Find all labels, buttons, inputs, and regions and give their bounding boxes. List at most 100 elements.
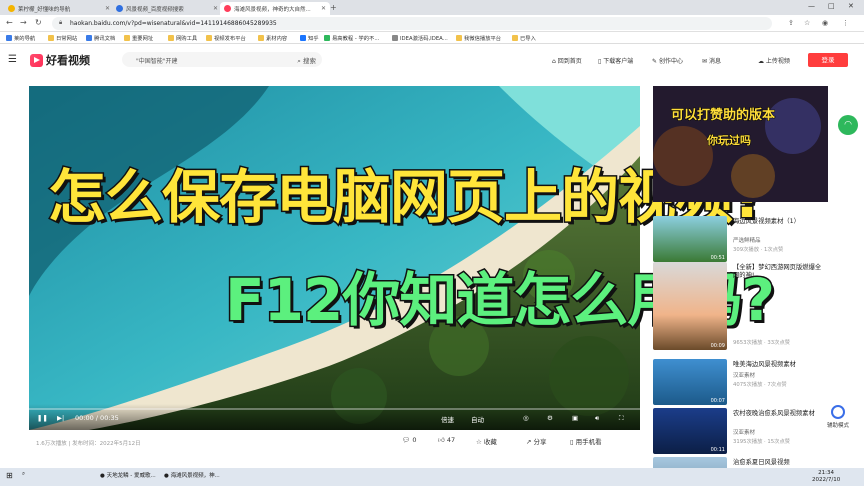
login-button[interactable]: 登录 — [808, 53, 848, 67]
volume-icon[interactable]: 🔊︎ — [595, 414, 599, 423]
profile-icon[interactable]: ◉ — [822, 19, 828, 27]
bookmark-item[interactable]: 已导入 — [512, 34, 536, 42]
pause-icon[interactable]: ❚❚ — [37, 414, 48, 422]
tab-title: 风景视频_百度视频搜索 — [126, 6, 184, 13]
logo-play-icon — [30, 53, 43, 67]
pip-icon[interactable]: ▣ — [572, 414, 578, 422]
logo-text: 好看视频 — [46, 54, 90, 67]
video-stats: 1.6万次播放 | 发布时间：2022年5月12日 — [36, 441, 141, 447]
video-progress-bar[interactable] — [29, 408, 640, 410]
wifi-icon[interactable]: ◠ — [838, 115, 858, 135]
list-item[interactable]: 00:11 农村夜晚治愈系风景视频素材 汉亚素材 3195次播放 · 15次点赞 — [653, 408, 828, 454]
item-author: 汉亚素材 — [733, 430, 756, 436]
close-icon[interactable]: ✕ — [321, 5, 326, 12]
site-logo[interactable]: 好看视频 — [30, 52, 90, 68]
close-icon[interactable]: ✕ — [213, 5, 218, 12]
item-stats: 3195次播放 · 15次点赞 — [733, 439, 791, 445]
phone-watch-button[interactable]: ▯ 用手机看 — [570, 436, 602, 446]
bookmark-item[interactable]: 素材内容 — [258, 34, 287, 42]
list-item[interactable]: 治愈系夏日风景视频 — [653, 457, 828, 468]
tab-favicon-icon — [116, 5, 123, 12]
item-stats: 4075次播放 · 7次点赞 — [733, 382, 787, 388]
bookmark-item[interactable]: 视频发布平台 — [206, 34, 246, 42]
ad-text-2: 你玩过吗 — [707, 134, 752, 148]
list-item[interactable]: 00:07 唯美海边风景视频素材 汉亚素材 4075次播放 · 7次点赞 — [653, 359, 828, 405]
messages-link[interactable]: ✉ 消息 — [702, 56, 721, 65]
maximize-icon[interactable]: □ — [828, 2, 835, 10]
assist-mode-button[interactable]: 辅助模式 — [825, 405, 851, 429]
taskbar-app[interactable]: ● 天地龙鳞 - 爱威歌... — [100, 471, 156, 479]
windows-start-icon[interactable]: ⊞ — [6, 471, 13, 480]
bookmark-item[interactable]: 我微信播放平台 — [456, 34, 501, 42]
close-icon[interactable]: ✕ — [105, 5, 110, 12]
window-close-icon[interactable]: ✕ — [848, 2, 854, 10]
share-button[interactable]: ↗ 分享 — [526, 436, 547, 446]
taskbar-app-active[interactable]: ● 海滩风景视频，神... — [164, 471, 220, 479]
thumbnail: 00:09 — [653, 262, 727, 350]
sidebar-ad[interactable]: 可以打赞助的版本 你玩过吗 — [653, 86, 828, 202]
hamburger-menu-icon[interactable]: ☰ — [8, 54, 17, 65]
upload-video-link[interactable]: ☁ 上传视频 — [758, 56, 790, 65]
download-client-link[interactable]: ▯ 下载客户端 — [598, 56, 633, 65]
back-icon[interactable]: ← — [6, 18, 13, 27]
next-icon[interactable]: ▶| — [57, 414, 64, 422]
thumbnail — [653, 457, 727, 468]
screenshot-icon[interactable]: ◎ — [523, 414, 529, 422]
browser-tab-strip: 莱柠檬_好懂味的导航 ✕ 风景视频_百度视频搜索 ✕ 海滩风景视频，神奇的大自然… — [0, 0, 864, 15]
bookmark-item[interactable]: 重要网址 — [124, 34, 153, 42]
collect-button[interactable]: ☆ 收藏 — [476, 436, 497, 446]
settings-icon[interactable]: ⚙ — [547, 414, 553, 422]
lock-icon: 🔒︎ — [59, 19, 63, 26]
star-icon[interactable]: ☆ — [804, 19, 810, 27]
list-item[interactable]: 00:51 海边风景视频素材（1） 严选鲜精品 309次播放 · 1次点赞 — [653, 216, 828, 262]
item-author: 严选鲜精品 — [733, 238, 761, 244]
search-icon[interactable]: ⌕ — [22, 471, 25, 478]
windows-taskbar: ⊞ ⌕ ● 天地龙鳞 - 爱威歌... ● 海滩风景视频，神... 21:34 … — [0, 468, 864, 486]
home-link[interactable]: ⌂ 回到首页 — [552, 56, 582, 65]
comment-button[interactable]: 💬︎ 0 — [402, 436, 416, 444]
tab-title: 莱柠檬_好懂味的导航 — [18, 6, 71, 13]
bookmarks-bar: 莱的导航 日常网站 腾讯文档 重要网址 网购工具 视频发布平台 素材内容 知乎 … — [0, 32, 864, 44]
thumbnail: 00:11 — [653, 408, 727, 454]
bookmark-item[interactable]: 日常网站 — [48, 34, 77, 42]
creator-center-link[interactable]: ✎ 创作中心 — [652, 56, 683, 65]
item-stats: 309次播放 · 1次点赞 — [733, 247, 784, 253]
search-button[interactable]: ⌕ 搜索 — [297, 55, 316, 66]
bookmark-item[interactable]: 知乎 — [300, 34, 319, 42]
search-input[interactable]: "中国智能"开建 ⌕ 搜索 — [122, 52, 322, 67]
item-stats: 9653次播放 · 33次点赞 — [733, 340, 791, 346]
system-clock[interactable]: 21:34 2022/7/10 — [812, 470, 840, 484]
url-field[interactable]: 🔒︎ haokan.baidu.com/v?pd=wisenatural&vid… — [52, 17, 772, 30]
item-title: 【全新】梦幻西游网页版燃爆全网的神! — [733, 264, 822, 279]
new-tab-button[interactable]: + — [330, 3, 337, 12]
list-item[interactable]: 00:09 【全新】梦幻西游网页版燃爆全网的神! 9653次播放 · 33次点赞 — [653, 262, 828, 350]
item-title: 唯美海边风景视频素材 — [733, 361, 796, 368]
item-author: 汉亚素材 — [733, 373, 756, 379]
url-text: haokan.baidu.com/v?pd=wisenatural&vid=14… — [70, 20, 277, 27]
share-icon[interactable]: ⇪ — [788, 19, 794, 27]
ad-text-1: 可以打赞助的版本 — [670, 108, 776, 124]
fullscreen-icon[interactable]: ⛶ — [619, 414, 624, 423]
item-title: 海边风景视频素材（1） — [733, 218, 800, 225]
item-title: 治愈系夏日风景视频 — [733, 459, 790, 466]
bookmark-item[interactable]: 网购工具 — [168, 34, 197, 42]
tab-favicon-icon — [224, 5, 231, 12]
bookmark-item[interactable]: 莱的导航 — [6, 34, 35, 42]
forward-icon[interactable]: → — [20, 18, 27, 27]
browser-tab-active[interactable]: 海滩风景视频，神奇的大自然... ✕ — [220, 2, 330, 15]
bookmark-item[interactable]: 易高教程 - 学的不... — [324, 34, 379, 42]
like-button[interactable]: 👍︎ 47 — [438, 436, 455, 444]
bookmark-item[interactable]: 腾讯文档 — [86, 34, 115, 42]
browser-tab[interactable]: 风景视频_百度视频搜索 ✕ — [112, 2, 222, 15]
item-title: 农村夜晚治愈系风景视频素材 — [733, 410, 815, 417]
thumbnail: 00:51 — [653, 216, 727, 262]
browser-tab[interactable]: 莱柠檬_好懂味的导航 ✕ — [4, 2, 114, 15]
menu-dots-icon[interactable]: ⋮ — [842, 19, 849, 27]
time-display: 00:00 / 00:35 — [75, 414, 119, 422]
minimize-icon[interactable]: — — [808, 2, 815, 10]
reload-icon[interactable]: ↻ — [35, 18, 42, 27]
video-controls: ❚❚ ▶| 00:00 / 00:35 倍速 自动 ◎ ⚙ ▣ 🔊︎ ⛶ — [29, 404, 640, 430]
bookmark-item[interactable]: IDEA激活码,IDEA... — [392, 34, 448, 42]
speed-button[interactable]: 倍速 — [441, 414, 454, 424]
quality-button[interactable]: 自动 — [471, 414, 484, 424]
